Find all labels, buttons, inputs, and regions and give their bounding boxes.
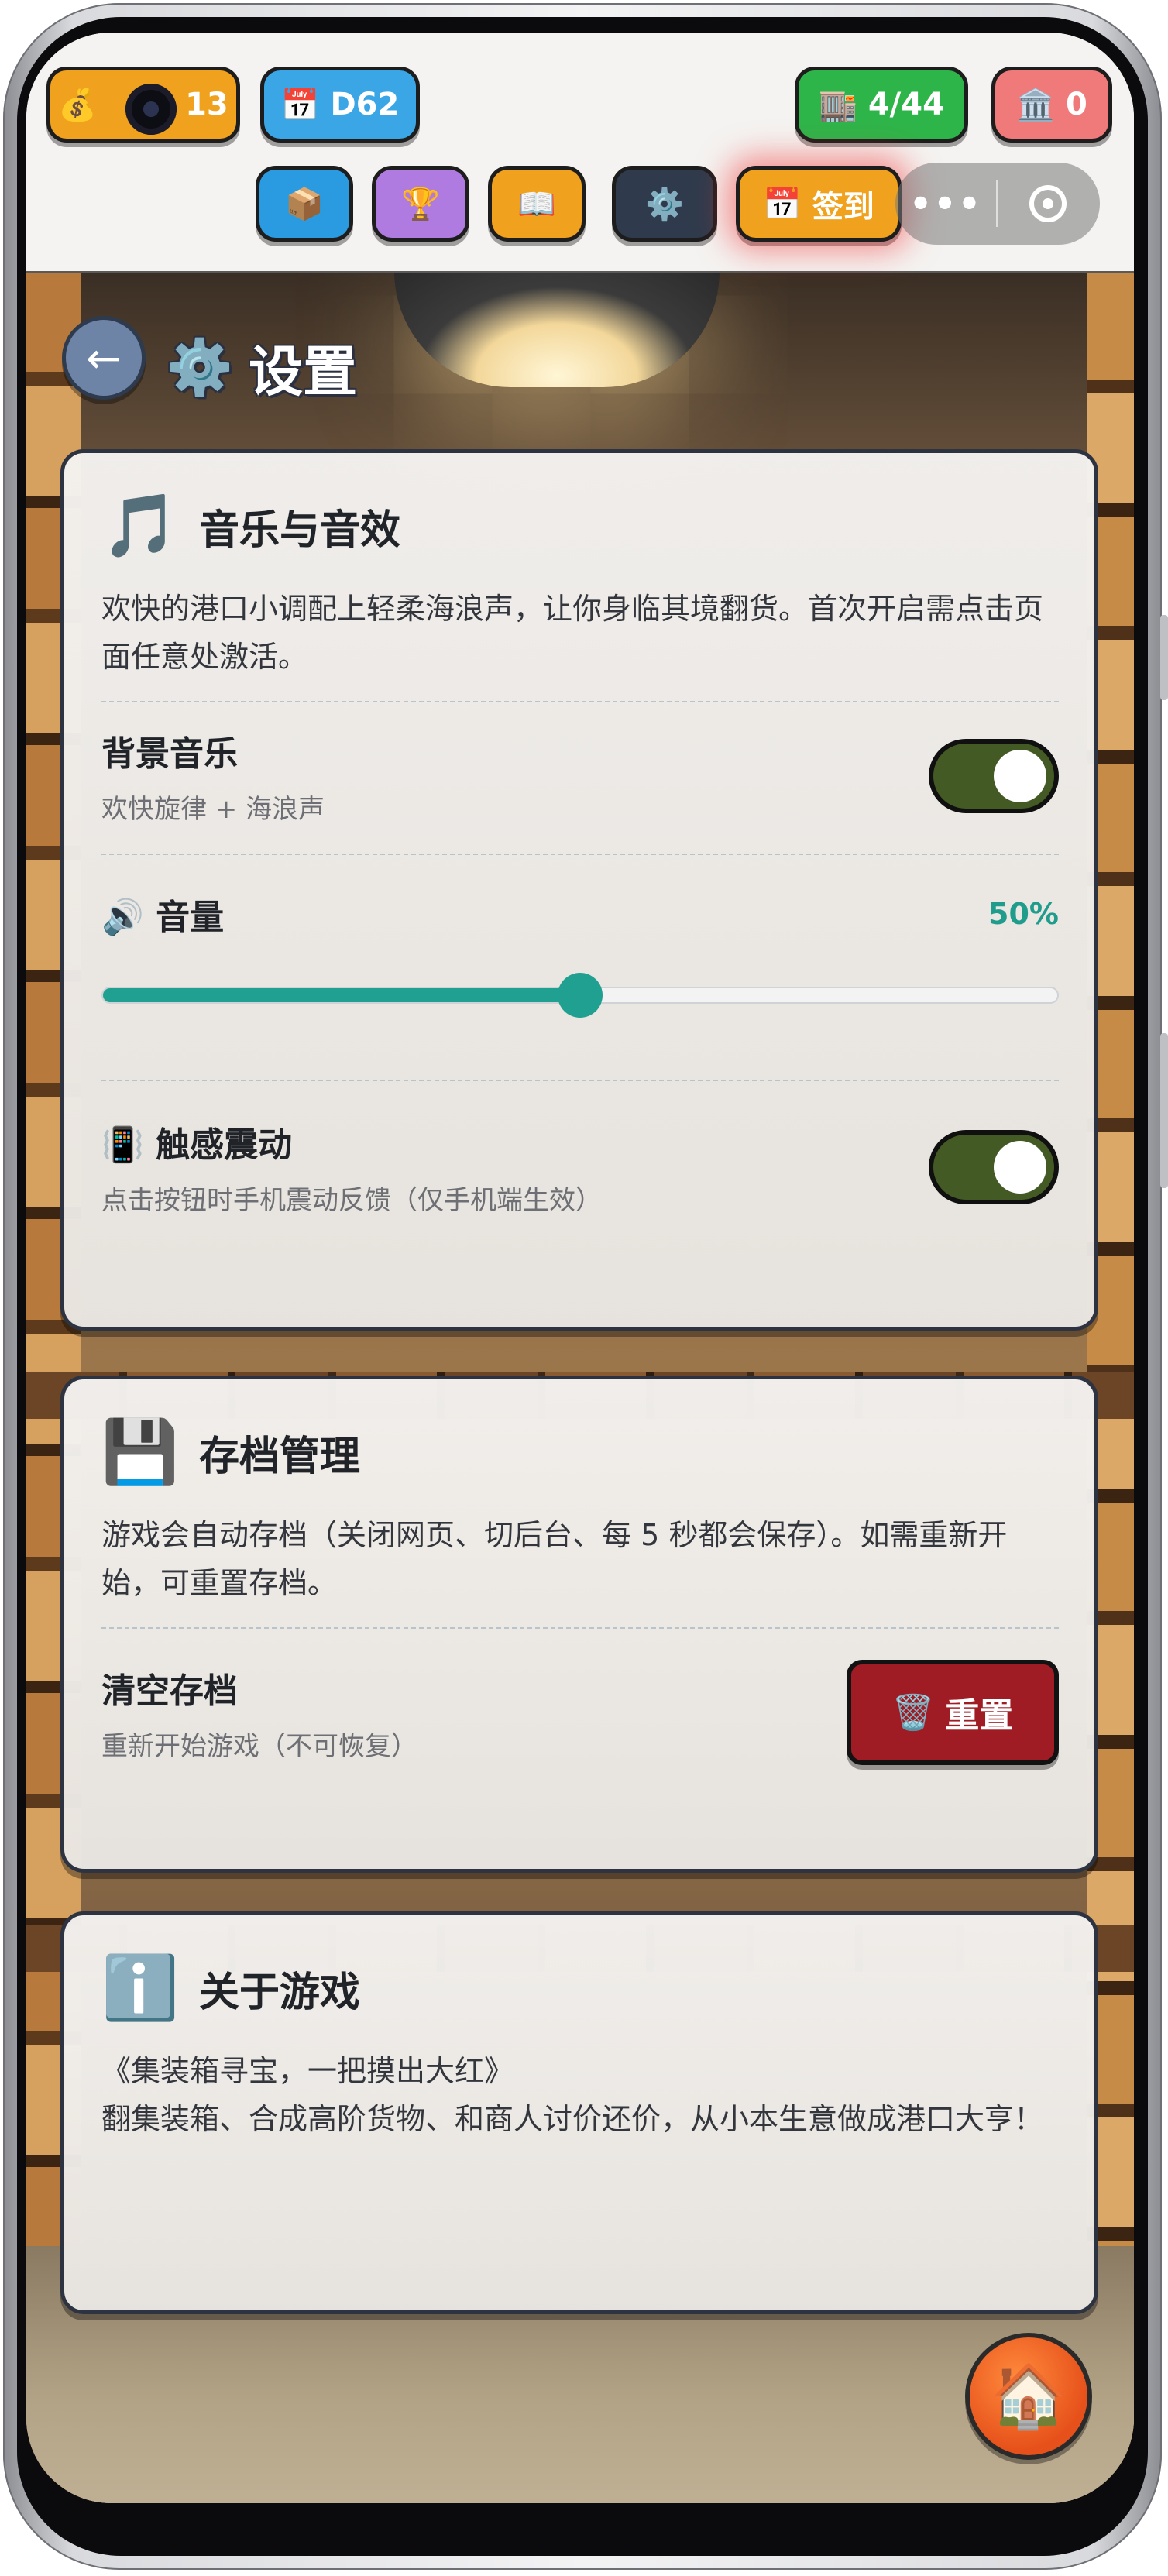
target-icon (1029, 185, 1067, 222)
divider (101, 854, 1059, 855)
clear-save-sublabel: 重新开始游戏（不可恢复） (101, 1730, 417, 1762)
package-icon: 📦 (285, 186, 324, 222)
clear-save-label: 清空存档 (101, 1671, 238, 1711)
volume-row: 🔊 音量 50% (101, 889, 1059, 939)
calendar-icon: 📅 (280, 87, 320, 123)
front-camera (125, 84, 177, 135)
volume-slider-thumb[interactable] (558, 973, 603, 1018)
settings-button[interactable]: ⚙️ (612, 166, 717, 242)
info-icon: ℹ️ (101, 1952, 179, 2024)
clear-save-row: 清空存档 重新开始游戏（不可恢复） 🗑️ 重置 (101, 1660, 1059, 1765)
haptic-sublabel: 点击按钮时手机震动反馈（仅手机端生效） (101, 1185, 602, 1216)
toggle-knob (994, 749, 1046, 802)
page-title-text: 设置 (249, 340, 358, 404)
page-title: ⚙️ 设置 (166, 328, 357, 407)
trophy-icon: 🏆 (401, 186, 440, 222)
day-counter[interactable]: 📅 D62 (260, 67, 420, 143)
arrow-left-icon: ← (86, 333, 122, 383)
bgm-row: 背景音乐 欢快旋律 + 海浪声 (101, 726, 1059, 826)
achievements-button[interactable]: 🏆 (372, 166, 469, 242)
bgm-label: 背景音乐 (101, 734, 238, 774)
bank-balance[interactable]: 🏛️ 0 (991, 67, 1112, 143)
haptic-toggle[interactable] (929, 1129, 1059, 1204)
warehouse-value: 4/44 (867, 87, 944, 122)
reset-label: 重置 (945, 1696, 1014, 1736)
screen: 💰 13 📅 D62 🏬 4/44 🏛️ 0 📦 🏆 📖 ⚙️ 📅 签到 •••… (26, 33, 1134, 2503)
top-status-bar: 💰 13 📅 D62 🏬 4/44 🏛️ 0 📦 🏆 📖 ⚙️ 📅 签到 ••• (26, 33, 1134, 273)
save-management-card: 💾 存档管理 游戏会自动存档（关闭网页、切后台、每 5 秒都会保存）。如需重新开… (60, 1376, 1098, 1873)
toggle-knob (994, 1140, 1046, 1194)
house-icon: 🏠 (990, 2360, 1067, 2432)
inventory-button[interactable]: 📦 (256, 166, 353, 242)
audio-card-title: 音乐与音效 (199, 507, 401, 554)
volume-slider-fill (103, 988, 580, 1002)
divider (101, 1080, 1059, 1081)
audio-description: 欢快的港口小调配上轻柔海浪声，让你身临其境翻货。首次开启需点击页面任意处激活。 (101, 592, 1044, 674)
sign-in-label: 签到 (812, 189, 874, 225)
volume-slider[interactable] (101, 973, 1059, 1018)
about-game-name: 《集装箱寻宝，一把摸出大红》 (101, 2054, 514, 2088)
money-bag-icon: 💰 (58, 87, 98, 123)
close-mini-program-button[interactable] (998, 185, 1098, 222)
gear-icon: ⚙️ (166, 335, 234, 399)
sign-in-button[interactable]: 📅 签到 (736, 166, 902, 242)
divider (101, 701, 1059, 702)
gear-icon: ⚙️ (645, 186, 684, 222)
save-card-title: 存档管理 (199, 1433, 361, 1480)
mini-program-capsule: ••• (895, 163, 1100, 245)
warehouse-capacity[interactable]: 🏬 4/44 (795, 67, 968, 143)
bank-icon: 🏛️ (1016, 87, 1055, 123)
bgm-sublabel: 欢快旋律 + 海浪声 (101, 794, 325, 825)
volume-value: 50% (988, 897, 1059, 931)
vibration-icon: 📳 (101, 1125, 144, 1165)
warehouse-icon: 🏬 (819, 87, 857, 123)
audio-settings-card: 🎵 音乐与音效 欢快的港口小调配上轻柔海浪声，让你身临其境翻货。首次开启需点击页… (60, 449, 1098, 1331)
volume-label: 🔊 音量 (101, 889, 224, 939)
save-description: 游戏会自动存档（关闭网页、切后台、每 5 秒都会保存）。如需重新开始，可重置存档… (101, 1518, 1008, 1600)
more-options-button[interactable]: ••• (895, 183, 996, 225)
about-description: 翻集装箱、合成高阶货物、和商人讨价还价，从小本生意做成港口大亨！ (101, 2102, 1044, 2136)
bank-value: 0 (1065, 87, 1087, 122)
home-button[interactable]: 🏠 (965, 2333, 1092, 2460)
coins-value: 13 (185, 87, 228, 122)
music-note-icon: 🎵 (101, 489, 179, 562)
divider (101, 1627, 1059, 1629)
back-button[interactable]: ← (62, 316, 146, 400)
phone-side-button (1160, 1033, 1168, 1188)
haptic-row: 📳 触感震动 点击按钮时手机震动反馈（仅手机端生效） (101, 1117, 1059, 1217)
day-value: D62 (330, 87, 400, 122)
guide-button[interactable]: 📖 (488, 166, 586, 242)
phone-side-button (1160, 615, 1168, 700)
trash-icon: 🗑️ (891, 1693, 935, 1733)
about-card-title: 关于游戏 (199, 1969, 361, 2016)
bgm-toggle[interactable] (929, 738, 1059, 813)
book-icon: 📖 (517, 186, 556, 222)
ceiling-lamp (394, 271, 720, 387)
haptic-label-text: 触感震动 (156, 1125, 293, 1165)
reset-save-button[interactable]: 🗑️ 重置 (847, 1660, 1059, 1765)
about-game-card: ℹ️ 关于游戏 《集装箱寻宝，一把摸出大红》 翻集装箱、合成高阶货物、和商人讨价… (60, 1911, 1098, 2314)
calendar-icon: 📅 (763, 186, 802, 222)
haptic-label: 📳 触感震动 (101, 1117, 602, 1166)
speaker-icon: 🔊 (101, 898, 144, 937)
volume-label-text: 音量 (156, 898, 225, 937)
floppy-disk-icon: 💾 (101, 1416, 179, 1488)
